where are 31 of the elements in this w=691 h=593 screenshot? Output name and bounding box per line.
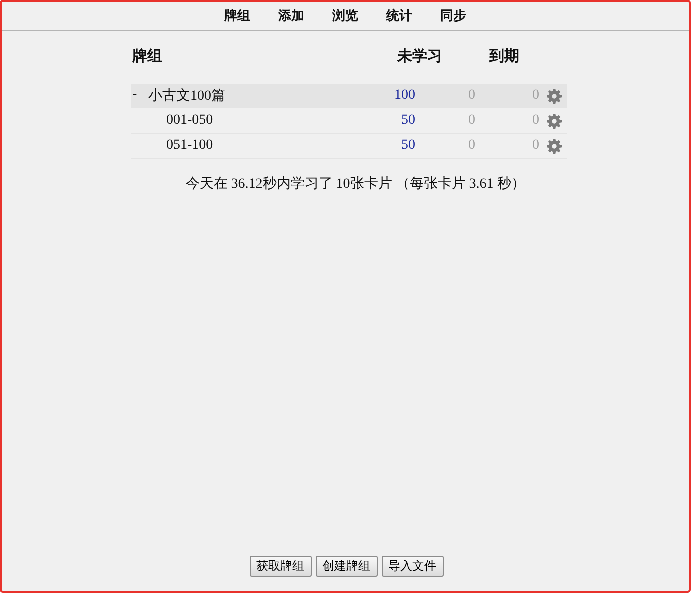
learn-count: 0 bbox=[468, 138, 476, 154]
new-count: 100 bbox=[394, 88, 416, 104]
study-summary: 今天在 36.12秒内学习了 10张卡片 （每张卡片 3.61 秒） bbox=[186, 176, 526, 193]
toolbar-link[interactable]: 统计 bbox=[386, 7, 414, 25]
due-count: 0 bbox=[532, 88, 540, 104]
learn-count: 0 bbox=[468, 88, 476, 104]
action-button[interactable]: 创建牌组 bbox=[316, 556, 378, 577]
collapse-toggle[interactable]: - bbox=[130, 87, 140, 105]
deck-row[interactable]: 001-050 50 0 0 bbox=[130, 109, 566, 134]
action-button[interactable]: 导入文件 bbox=[382, 556, 444, 577]
settings-icon[interactable] bbox=[546, 138, 562, 154]
due-count: 0 bbox=[532, 138, 540, 154]
due-count: 0 bbox=[532, 113, 540, 129]
column-header: 到期 bbox=[488, 48, 520, 66]
deck-name[interactable]: 051-100 bbox=[166, 138, 214, 154]
learn-count: 0 bbox=[468, 113, 476, 129]
column-header: 未学习 bbox=[396, 47, 442, 66]
column-header: 牌组 bbox=[131, 47, 164, 66]
new-count: 50 bbox=[400, 138, 416, 154]
deck-row[interactable]: 051-100 50 0 0 bbox=[130, 134, 566, 159]
toolbar-link[interactable]: 添加 bbox=[278, 7, 306, 25]
deck-name[interactable]: 小古文100篇 bbox=[148, 87, 226, 105]
toolbar-link[interactable]: 同步 bbox=[440, 7, 468, 25]
deck-row[interactable]: - 小古文100篇 100 0 0 bbox=[130, 84, 566, 109]
settings-icon[interactable] bbox=[546, 114, 562, 128]
toolbar-link[interactable]: 牌组 bbox=[224, 7, 252, 25]
toolbar-link[interactable]: 浏览 bbox=[332, 7, 360, 25]
new-count: 50 bbox=[400, 113, 416, 129]
deck-name[interactable]: 001-050 bbox=[166, 113, 214, 129]
settings-icon[interactable] bbox=[546, 88, 562, 104]
action-button[interactable]: 获取牌组 bbox=[250, 556, 312, 577]
